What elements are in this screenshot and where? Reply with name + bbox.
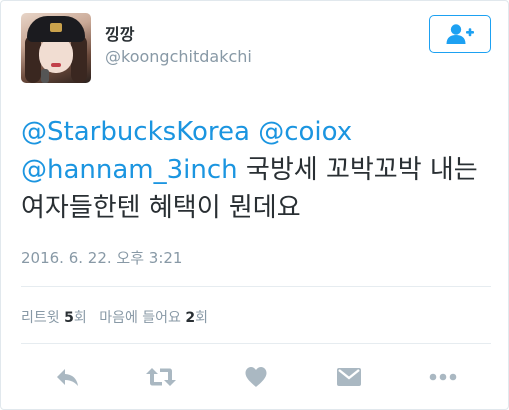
tweet-line-3: 여자들한텐 혜택이 뭔데요 (21, 189, 491, 227)
tweet-actions (1, 361, 509, 393)
username[interactable]: @koongchitdakchi (105, 47, 252, 66)
likes-label: 마음에 들어요 (99, 310, 181, 326)
likes-count: 2 (185, 310, 196, 326)
mention-link[interactable]: @hannam_3inch (21, 155, 238, 185)
like-button[interactable] (238, 361, 274, 393)
direct-message-icon (337, 368, 361, 386)
display-name[interactable]: 낑깡 (105, 21, 134, 45)
retweets-label: 리트윗 (21, 310, 60, 326)
avatar-face (39, 37, 73, 73)
avatar-microphone (41, 69, 49, 83)
tweet-body-text: 여자들한텐 혜택이 뭔데요 (21, 193, 301, 223)
avatar-lips (51, 63, 61, 67)
follow-button[interactable] (429, 15, 491, 53)
direct-message-button[interactable] (331, 361, 367, 393)
tweet-line-2: @hannam_3inch 국방세 꼬박꼬박 내는 (21, 151, 491, 189)
retweets-suffix: 회 (73, 310, 87, 326)
mention-link[interactable]: @coiox (258, 117, 352, 147)
reply-button[interactable] (50, 361, 86, 393)
divider (21, 343, 491, 344)
retweet-button[interactable] (143, 361, 179, 393)
avatar-hat-badge (50, 23, 62, 32)
tweet-body-text: 국방세 꼬박꼬박 내는 (245, 155, 478, 185)
mention-link[interactable]: @StarbucksKorea (21, 117, 250, 147)
likes-suffix: 회 (195, 310, 209, 326)
likes-stat[interactable]: 마음에 들어요 2회 (99, 310, 208, 326)
more-icon (429, 373, 457, 381)
tweet-line-1: @StarbucksKorea @coiox (21, 113, 491, 151)
follow-user-plus-icon (446, 24, 474, 44)
tweet-text: @StarbucksKorea @coiox @hannam_3inch 국방세… (21, 113, 491, 227)
divider (21, 286, 491, 287)
retweets-stat[interactable]: 리트윗 5회 (21, 310, 87, 326)
avatar-hair (71, 35, 87, 83)
engagement-stats: 리트윗 5회 마음에 들어요 2회 (21, 307, 208, 327)
retweet-icon (146, 368, 176, 386)
retweets-count: 5 (64, 310, 74, 326)
more-button[interactable] (425, 361, 461, 393)
heart-icon (245, 367, 267, 387)
avatar[interactable] (21, 13, 91, 83)
timestamp[interactable]: 2016. 6. 22. 오후 3:21 (21, 247, 182, 268)
reply-icon (57, 369, 78, 386)
tweet-card: 낑깡 @koongchitdakchi @StarbucksKorea @coi… (0, 0, 509, 410)
